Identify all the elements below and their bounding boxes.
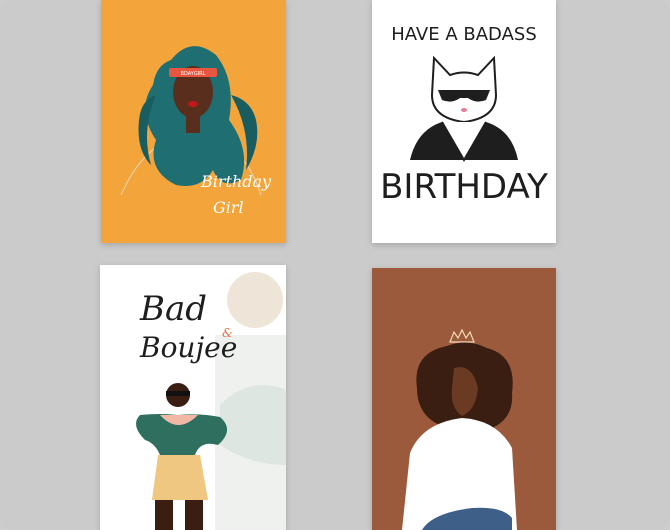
card-title-bad: Bad	[139, 289, 207, 329]
bad-boujee-card[interactable]: Bad & Boujee	[100, 265, 286, 530]
bad-boujee-illustration: Bad & Boujee	[100, 265, 286, 530]
card-gallery: BDAYGIRL Birthday Girl HAVE A BADASS BIR…	[0, 0, 670, 530]
badass-birthday-illustration: HAVE A BADASS BIRTHDAY	[372, 0, 556, 243]
afro-woman-illustration	[372, 268, 556, 530]
card-title-line2: Girl	[213, 198, 244, 217]
badass-birthday-card[interactable]: HAVE A BADASS BIRTHDAY	[372, 0, 556, 243]
visor-text: BDAYGIRL	[181, 71, 206, 77]
card-top-text: HAVE A BADASS	[391, 24, 537, 45]
card-title-boujee: Boujee	[139, 331, 237, 364]
birthday-girl-illustration: BDAYGIRL Birthday Girl	[101, 0, 286, 243]
afro-woman-card[interactable]	[372, 268, 556, 530]
card-bottom-text: BIRTHDAY	[380, 167, 548, 207]
birthday-girl-card[interactable]: BDAYGIRL Birthday Girl	[101, 0, 286, 243]
card-title-line1: Birthday	[200, 172, 272, 191]
